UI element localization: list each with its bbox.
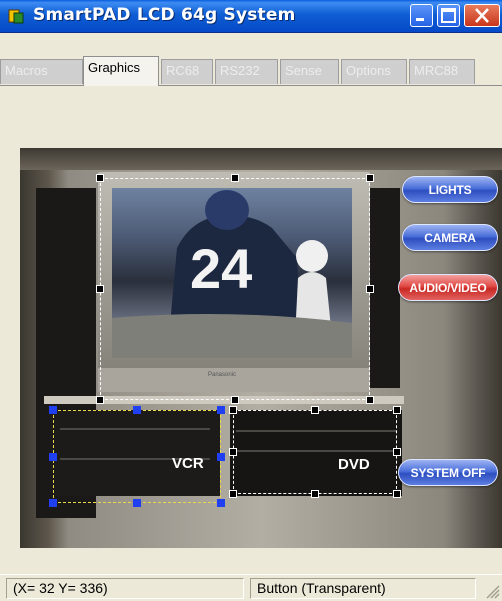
tab-divider (0, 85, 502, 86)
camera-button[interactable]: CAMERA (402, 224, 498, 251)
active-resize-handle[interactable] (133, 406, 141, 414)
selected-object-type: Button (Transparent) (250, 578, 476, 599)
active-resize-handle[interactable] (217, 453, 225, 461)
audio-video-button[interactable]: AUDIO/VIDEO (398, 274, 498, 301)
dvd-button-selection[interactable] (233, 410, 397, 494)
resize-handle[interactable] (393, 490, 401, 498)
resize-handle[interactable] (366, 285, 374, 293)
active-resize-handle[interactable] (217, 499, 225, 507)
tab-rc68[interactable]: RC68 (161, 59, 213, 84)
resize-handle[interactable] (231, 396, 239, 404)
minimize-button[interactable] (410, 4, 433, 27)
tab-graphics[interactable]: Graphics (83, 56, 159, 86)
tab-sense[interactable]: Sense (280, 59, 339, 84)
vcr-button-selection[interactable] (53, 410, 221, 503)
close-button[interactable] (464, 4, 500, 27)
resize-handle[interactable] (311, 406, 319, 414)
window-title: SmartPAD LCD 64g System (33, 5, 296, 25)
resize-grip-icon[interactable] (486, 585, 500, 599)
tab-mrc88[interactable]: MRC88 (409, 59, 475, 84)
resize-handle[interactable] (231, 174, 239, 182)
tab-rs232[interactable]: RS232 (215, 59, 278, 84)
resize-handle[interactable] (311, 490, 319, 498)
resize-handle[interactable] (229, 448, 237, 456)
tab-options[interactable]: Options (341, 59, 407, 84)
active-resize-handle[interactable] (49, 406, 57, 414)
tv-button-selection[interactable] (100, 178, 370, 400)
tab-macros[interactable]: Macros (0, 59, 83, 84)
resize-handle[interactable] (229, 490, 237, 498)
maximize-icon (441, 8, 456, 23)
active-resize-handle[interactable] (49, 453, 57, 461)
resize-handle[interactable] (366, 174, 374, 182)
resize-handle[interactable] (366, 396, 374, 404)
system-off-button[interactable]: SYSTEM OFF (398, 459, 498, 486)
tab-strip: Macros Graphics RC68 RS232 Sense Options… (0, 56, 502, 86)
resize-handle[interactable] (393, 448, 401, 456)
status-bar: (X= 32 Y= 336) Button (Transparent) (0, 574, 502, 601)
minimize-icon (416, 18, 424, 21)
active-resize-handle[interactable] (217, 406, 225, 414)
maximize-button[interactable] (437, 4, 460, 27)
resize-handle[interactable] (393, 406, 401, 414)
close-icon (475, 8, 489, 23)
title-bar[interactable]: SmartPAD LCD 64g System (0, 0, 502, 33)
resize-handle[interactable] (96, 285, 104, 293)
app-icon (8, 9, 24, 24)
active-resize-handle[interactable] (133, 499, 141, 507)
active-resize-handle[interactable] (49, 499, 57, 507)
canvas-background-top (20, 148, 502, 170)
resize-handle[interactable] (229, 406, 237, 414)
lights-button[interactable]: LIGHTS (402, 176, 498, 203)
cursor-coordinates: (X= 32 Y= 336) (6, 578, 244, 599)
graphics-canvas[interactable]: 24 Panasonic VCR DVD LIGHTS CAMERA AUDIO… (20, 148, 502, 548)
resize-handle[interactable] (96, 396, 104, 404)
cabinet-right (370, 188, 400, 388)
resize-handle[interactable] (96, 174, 104, 182)
